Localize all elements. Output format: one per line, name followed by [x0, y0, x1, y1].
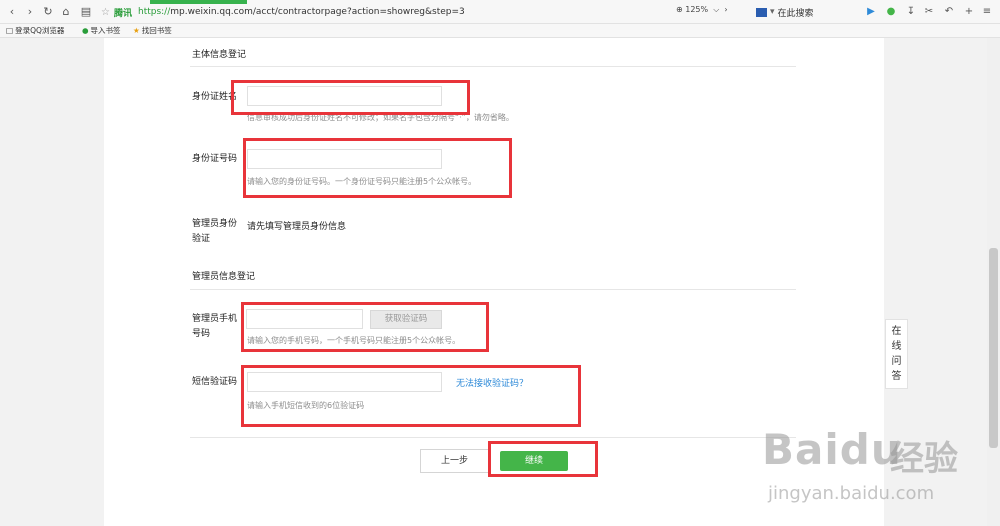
url-text: mp.weixin.qq.com/acct/contractorpage?act… [170, 7, 465, 17]
bookmarks-bar: □ 登录QQ浏览器 ● 导入书签 ★ 找回书签 [0, 24, 1000, 38]
undo-icon[interactable]: ↶ [942, 5, 956, 19]
address-bar[interactable]: ☆ 腾讯 https:// mp.weixin.qq.com/acct/cont… [101, 3, 751, 21]
import-icon: ● [82, 26, 89, 35]
back-icon[interactable]: ‹ [4, 4, 20, 20]
watermark-url: jingyan.baidu.com [768, 483, 935, 504]
file-icon: □ [6, 26, 14, 35]
divider [190, 66, 796, 67]
wechat-icon[interactable]: ● [884, 5, 898, 19]
admin-verify-value: 请先填写管理员身份信息 [247, 222, 347, 232]
watermark-cn: 经验 [890, 439, 958, 479]
section-title-admin: 管理员信息登记 [192, 272, 256, 282]
bookmark-item[interactable]: □ 登录QQ浏览器 [6, 25, 64, 36]
sms-code-label: 短信验证码 [192, 377, 238, 387]
divider [190, 437, 796, 438]
play-icon[interactable]: ▶ [864, 5, 878, 19]
admin-verify-label: 管理员身份 验证 [192, 219, 238, 244]
scissors-icon[interactable]: ✂ [922, 5, 936, 19]
annotation-box [231, 80, 470, 115]
bookmark-star-icon[interactable]: ☆ [101, 7, 110, 18]
search-input[interactable]: ▾ 在此搜索 [756, 4, 854, 20]
search-placeholder: 在此搜索 [777, 8, 814, 19]
zoom-level: 125% [685, 5, 709, 14]
annotation-box [241, 365, 581, 427]
admin-phone-label: 管理员手机 号码 [192, 314, 238, 339]
bookmark-item[interactable]: ★ 找回书签 [133, 25, 172, 36]
annotation-box [488, 441, 598, 477]
baidu-jingyan-watermark: Baidu 经验 jingyan.baidu.com [762, 425, 992, 520]
chevron-down-icon[interactable]: ▾ [770, 7, 775, 17]
prev-button[interactable]: 上一步 [420, 449, 489, 473]
refresh-icon[interactable]: ↻ [40, 4, 56, 20]
forward-icon[interactable]: › [22, 4, 38, 20]
id-number-label: 身份证号码 [192, 154, 238, 164]
watermark-logo: Baidu [762, 425, 902, 474]
annotation-box [241, 302, 489, 352]
url-scheme: https:// [137, 7, 171, 17]
star-icon: ★ [133, 26, 140, 35]
zoom-indicator[interactable]: ⊕ 125% ⌵ › [676, 5, 728, 15]
online-qa-float[interactable]: 在 线 问 答 [885, 319, 908, 389]
browser-toolbar: ‹ › ↻ ⌂ ▤ ☆ 腾讯 https:// mp.weixin.qq.com… [0, 0, 1000, 24]
bookmark-item[interactable]: ● 导入书签 [82, 25, 121, 36]
menu-icon[interactable]: ≡ [980, 5, 994, 19]
divider [190, 289, 796, 290]
plus-icon[interactable]: + [962, 5, 976, 19]
site-security-label: 腾讯 [113, 8, 132, 19]
annotation-box [243, 138, 512, 198]
search-engine-icon[interactable] [756, 7, 767, 17]
reader-icon[interactable]: ▤ [78, 4, 94, 20]
scrollbar-thumb[interactable] [989, 248, 998, 448]
section-title-subject: 主体信息登记 [192, 50, 247, 60]
home-icon[interactable]: ⌂ [58, 4, 74, 20]
download-icon[interactable]: ↧ [904, 5, 918, 19]
